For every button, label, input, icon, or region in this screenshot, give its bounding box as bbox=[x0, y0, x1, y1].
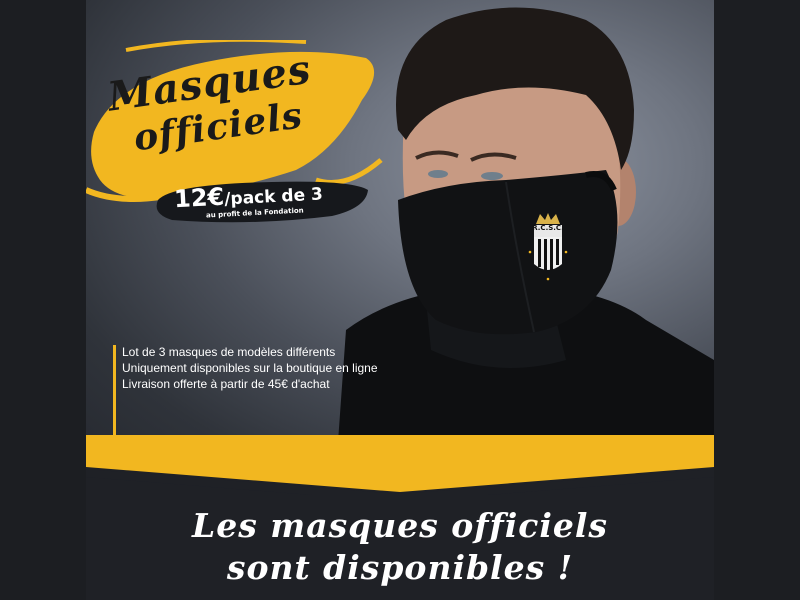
left-margin bbox=[0, 0, 86, 600]
headline-line1: Les masques officiels bbox=[192, 506, 608, 545]
features-accent-bar bbox=[113, 345, 116, 437]
club-crest-label: R.C.S.C. bbox=[532, 224, 564, 232]
right-margin bbox=[714, 0, 800, 600]
feature-item: Lot de 3 masques de modèles différents bbox=[122, 345, 336, 359]
feature-item: Livraison offerte à partir de 45€ d'acha… bbox=[122, 377, 330, 391]
promo-poster: R.C.S.C. Masques officiels 12€/pack de 3… bbox=[86, 0, 714, 600]
club-crest-icon bbox=[528, 213, 568, 281]
headline-line2: sont disponibles ! bbox=[226, 548, 574, 587]
price-value: 12€ bbox=[173, 182, 225, 214]
yellow-divider-stripe bbox=[86, 435, 714, 495]
feature-item: Uniquement disponibles sur la boutique e… bbox=[122, 361, 378, 375]
price-unit: /pack de 3 bbox=[223, 184, 324, 210]
features-list: Lot de 3 masques de modèles différents U… bbox=[122, 344, 422, 392]
headline: Les masques officiels sont disponibles ! bbox=[86, 505, 714, 589]
